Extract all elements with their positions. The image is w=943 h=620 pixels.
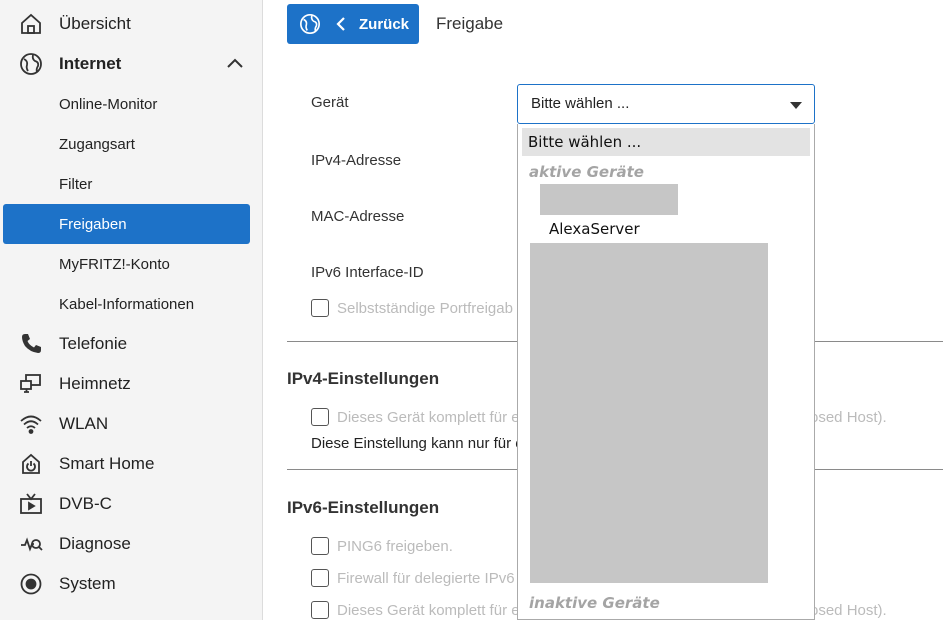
system-icon <box>19 572 43 596</box>
dropdown-option-alexaserver[interactable]: AlexaServer <box>549 220 640 238</box>
sidebar-item-dvb-c[interactable]: DVB-C <box>3 484 250 524</box>
auto-portfreigabe-label: Selbstständige Portfreigab <box>337 299 513 317</box>
ipv4-exposed-host-row: Dieses Gerät komplett für e <box>311 408 520 426</box>
caret-down-icon <box>790 102 802 109</box>
sidebar-item-label: DVB-C <box>59 494 112 513</box>
auto-portfreigabe-row: Selbstständige Portfreigab <box>311 299 513 317</box>
sidebar-sub-label: Online-Monitor <box>59 95 158 113</box>
redacted-option-block[interactable] <box>530 243 768 583</box>
sidebar-item-heimnetz[interactable]: Heimnetz <box>3 364 250 404</box>
ipv4-note-text: Diese Einstellung kann nur für e <box>311 435 524 452</box>
sidebar-item-internet[interactable]: Internet <box>3 44 250 84</box>
page-title: Freigabe <box>436 14 504 33</box>
mac-address-label: MAC-Adresse <box>311 208 405 225</box>
sidebar-item-label: Übersicht <box>59 14 131 33</box>
wifi-icon <box>19 412 43 436</box>
dropdown-group-inactive: inaktive Geräte <box>529 594 660 612</box>
diagnose-icon <box>19 532 43 556</box>
sidebar: Übersicht Internet Online-Monitor Zugang… <box>0 0 263 620</box>
ipv6-exposed-host-row: Dieses Gerät komplett für e <box>311 601 520 619</box>
ping6-label: PING6 freigeben. <box>337 537 453 555</box>
globe-icon <box>299 13 321 35</box>
phone-icon <box>19 332 43 356</box>
power-icon <box>19 452 43 476</box>
sidebar-item-label: Diagnose <box>59 534 131 553</box>
globe-icon <box>19 52 43 76</box>
sidebar-sub-freigaben[interactable]: Freigaben <box>3 204 250 244</box>
sidebar-item-system[interactable]: System <box>3 564 250 604</box>
app-root: Übersicht Internet Online-Monitor Zugang… <box>0 0 943 620</box>
chevron-left-icon <box>335 17 347 31</box>
sidebar-item-telefonie[interactable]: Telefonie <box>3 324 250 364</box>
sidebar-sub-label: Filter <box>59 175 93 193</box>
home-icon <box>19 12 43 36</box>
ipv6-exposed-host-checkbox[interactable] <box>311 601 329 619</box>
ping6-checkbox[interactable] <box>311 537 329 555</box>
geraet-select-value: Bitte wählen ... <box>531 95 630 112</box>
sidebar-sub-kabel-informationen[interactable]: Kabel-Informationen <box>3 284 250 324</box>
sidebar-sub-myfritz-konto[interactable]: MyFRITZ!-Konto <box>3 244 250 284</box>
geraet-label: Gerät <box>311 94 349 111</box>
ipv6-exposed-host-label-tail: osed Host). <box>810 602 887 619</box>
ipv6-section-title: IPv6-Einstellungen <box>287 498 440 517</box>
ipv6-exposed-host-label: Dieses Gerät komplett für e <box>337 601 520 619</box>
sidebar-sub-label: Freigaben <box>59 215 127 233</box>
ipv4-exposed-host-checkbox[interactable] <box>311 408 329 426</box>
back-button-label: Zurück <box>359 15 410 33</box>
firewall-delegated-label: Firewall für delegierte IPv6 <box>337 569 515 587</box>
ipv4-exposed-host-label: Dieses Gerät komplett für e <box>337 408 520 426</box>
sidebar-sub-label: Zugangsart <box>59 135 135 153</box>
sidebar-item-smart-home[interactable]: Smart Home <box>3 444 250 484</box>
dropdown-group-active: aktive Geräte <box>529 163 644 181</box>
geraet-dropdown-list[interactable]: Bitte wählen ... aktive Geräte AlexaServ… <box>517 124 815 620</box>
geraet-select[interactable]: Bitte wählen ... <box>517 84 815 124</box>
sidebar-item-label: Telefonie <box>59 334 128 353</box>
sidebar-item-label: WLAN <box>59 414 109 433</box>
tv-icon <box>19 492 43 516</box>
ipv4-section-title: IPv4-Einstellungen <box>287 369 440 388</box>
network-icon <box>19 372 43 396</box>
ipv4-address-label: IPv4-Adresse <box>311 152 402 169</box>
sidebar-sub-zugangsart[interactable]: Zugangsart <box>3 124 250 164</box>
sidebar-item-wlan[interactable]: WLAN <box>3 404 250 444</box>
sidebar-item-diagnose[interactable]: Diagnose <box>3 524 250 564</box>
ipv6-interface-id-label: IPv6 Interface-ID <box>311 264 424 281</box>
redacted-option[interactable] <box>540 184 678 215</box>
ping6-row: PING6 freigeben. <box>311 537 453 555</box>
sidebar-item-label: Heimnetz <box>59 374 131 393</box>
sidebar-item-uebersicht[interactable]: Übersicht <box>3 4 250 44</box>
sidebar-item-label: Internet <box>59 54 122 73</box>
firewall-delegated-checkbox[interactable] <box>311 569 329 587</box>
sidebar-sub-label: Kabel-Informationen <box>59 295 195 313</box>
sidebar-sub-filter[interactable]: Filter <box>3 164 250 204</box>
sidebar-item-label: Smart Home <box>59 454 155 473</box>
dropdown-option-selected[interactable]: Bitte wählen ... <box>522 128 810 156</box>
sidebar-item-label: System <box>59 574 116 593</box>
dropdown-option-label: Bitte wählen ... <box>528 133 642 151</box>
sidebar-sub-label: MyFRITZ!-Konto <box>59 255 170 273</box>
chevron-up-icon[interactable] <box>225 54 245 74</box>
sidebar-sub-online-monitor[interactable]: Online-Monitor <box>3 84 250 124</box>
back-button[interactable]: Zurück <box>287 4 419 44</box>
firewall-delegated-row: Firewall für delegierte IPv6 <box>311 569 515 587</box>
ipv4-exposed-host-label-tail: osed Host). <box>810 409 887 426</box>
auto-portfreigabe-checkbox[interactable] <box>311 299 329 317</box>
